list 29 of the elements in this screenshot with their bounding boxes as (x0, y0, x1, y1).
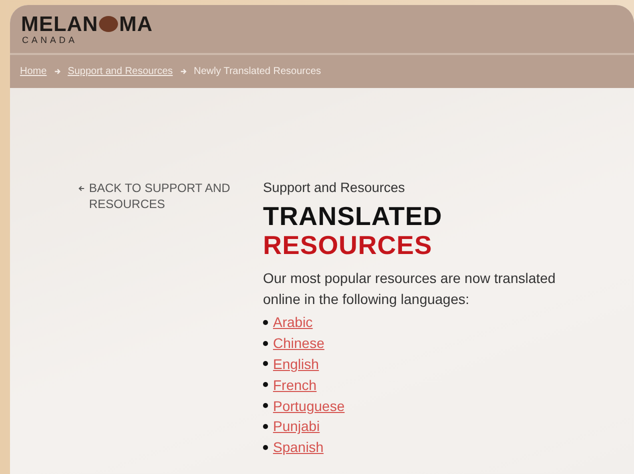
logo-text: MELAN (21, 14, 98, 34)
language-link[interactable]: French (273, 376, 317, 393)
logo-subtitle: CANADA (22, 34, 79, 44)
intro-text: Our most popular resources are now translated online in the following languages: (263, 269, 557, 309)
bullet-icon (263, 444, 268, 450)
back-link[interactable]: BACK TO SUPPORT AND RESOURCES (78, 180, 238, 212)
bullet-icon (263, 340, 268, 346)
page-title: RESOURCES (263, 231, 434, 260)
bullet-icon (263, 320, 268, 325)
language-link[interactable]: Portuguese (273, 398, 345, 414)
language-link[interactable]: Arabic (273, 314, 313, 330)
page-title: TRANSLATED (263, 202, 444, 231)
breadcrumb-link[interactable]: Support and Resources (68, 66, 173, 77)
language-link[interactable]: Chinese (273, 335, 324, 352)
logo-text: MA (119, 14, 153, 34)
section-label: Support and Resources (263, 180, 406, 195)
language-link[interactable]: Punjabi (273, 418, 320, 434)
breadcrumb-current: Newly Translated Resources (194, 66, 322, 77)
breadcrumb-link[interactable]: Home (20, 66, 47, 77)
bullet-icon (263, 382, 268, 388)
bullet-icon (263, 424, 268, 429)
language-link[interactable]: Spanish (273, 439, 324, 456)
arrow-icon (180, 68, 187, 75)
bullet-icon (263, 403, 268, 408)
back-arrow-icon (78, 185, 85, 192)
language-link[interactable]: English (273, 356, 319, 372)
bullet-icon (263, 361, 268, 366)
arrow-icon (54, 68, 61, 75)
logo-dot-icon (99, 16, 118, 32)
